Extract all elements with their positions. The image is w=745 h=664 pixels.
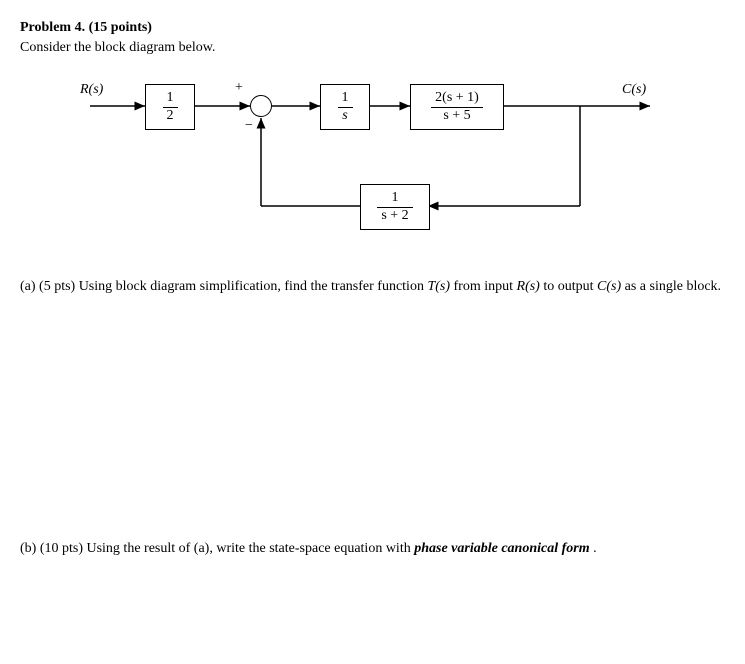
- part-b-emph: phase variable canonical form: [414, 541, 589, 556]
- problem-title: Problem 4. (15 points): [20, 20, 725, 36]
- input-label: R(s): [80, 82, 103, 98]
- block2-num: 1: [338, 90, 353, 107]
- part-b-text1: (b) (10 pts) Using the result of (a), wr…: [20, 541, 414, 556]
- block-gain-half: 1 2: [145, 84, 195, 130]
- block1-den: 2: [163, 108, 178, 125]
- sum-plus: +: [235, 80, 243, 96]
- output-label: C(s): [622, 82, 646, 98]
- block-leadlag: 2(s + 1) s + 5: [410, 84, 504, 130]
- block1-num: 1: [163, 90, 178, 107]
- block-feedback: 1 s + 2: [360, 184, 430, 230]
- part-a-text4: as a single block.: [625, 279, 721, 294]
- block3-num: 2(s + 1): [431, 90, 483, 107]
- part-a-cs: C(s): [597, 279, 621, 294]
- part-b: (b) (10 pts) Using the result of (a), wr…: [20, 538, 725, 560]
- block-diagram: R(s) C(s) 1 2 + − 1 s 2(s + 1) s + 5 1: [80, 76, 680, 256]
- block2-den: s: [338, 108, 351, 125]
- part-a-rs: R(s): [517, 279, 540, 294]
- part-a-tf: T(s): [427, 279, 450, 294]
- sum-minus: −: [245, 118, 253, 134]
- part-a-text3: to output: [543, 279, 597, 294]
- blockfb-num: 1: [388, 190, 403, 207]
- part-a: (a) (5 pts) Using block diagram simplifi…: [20, 276, 725, 298]
- part-a-text2: from input: [454, 279, 517, 294]
- problem-subtitle: Consider the block diagram below.: [20, 40, 725, 56]
- blockfb-den: s + 2: [377, 208, 412, 225]
- summing-junction: [250, 95, 272, 117]
- block-integrator: 1 s: [320, 84, 370, 130]
- part-b-text2: .: [593, 541, 597, 556]
- part-a-text1: (a) (5 pts) Using block diagram simplifi…: [20, 279, 427, 294]
- block3-den: s + 5: [439, 108, 474, 125]
